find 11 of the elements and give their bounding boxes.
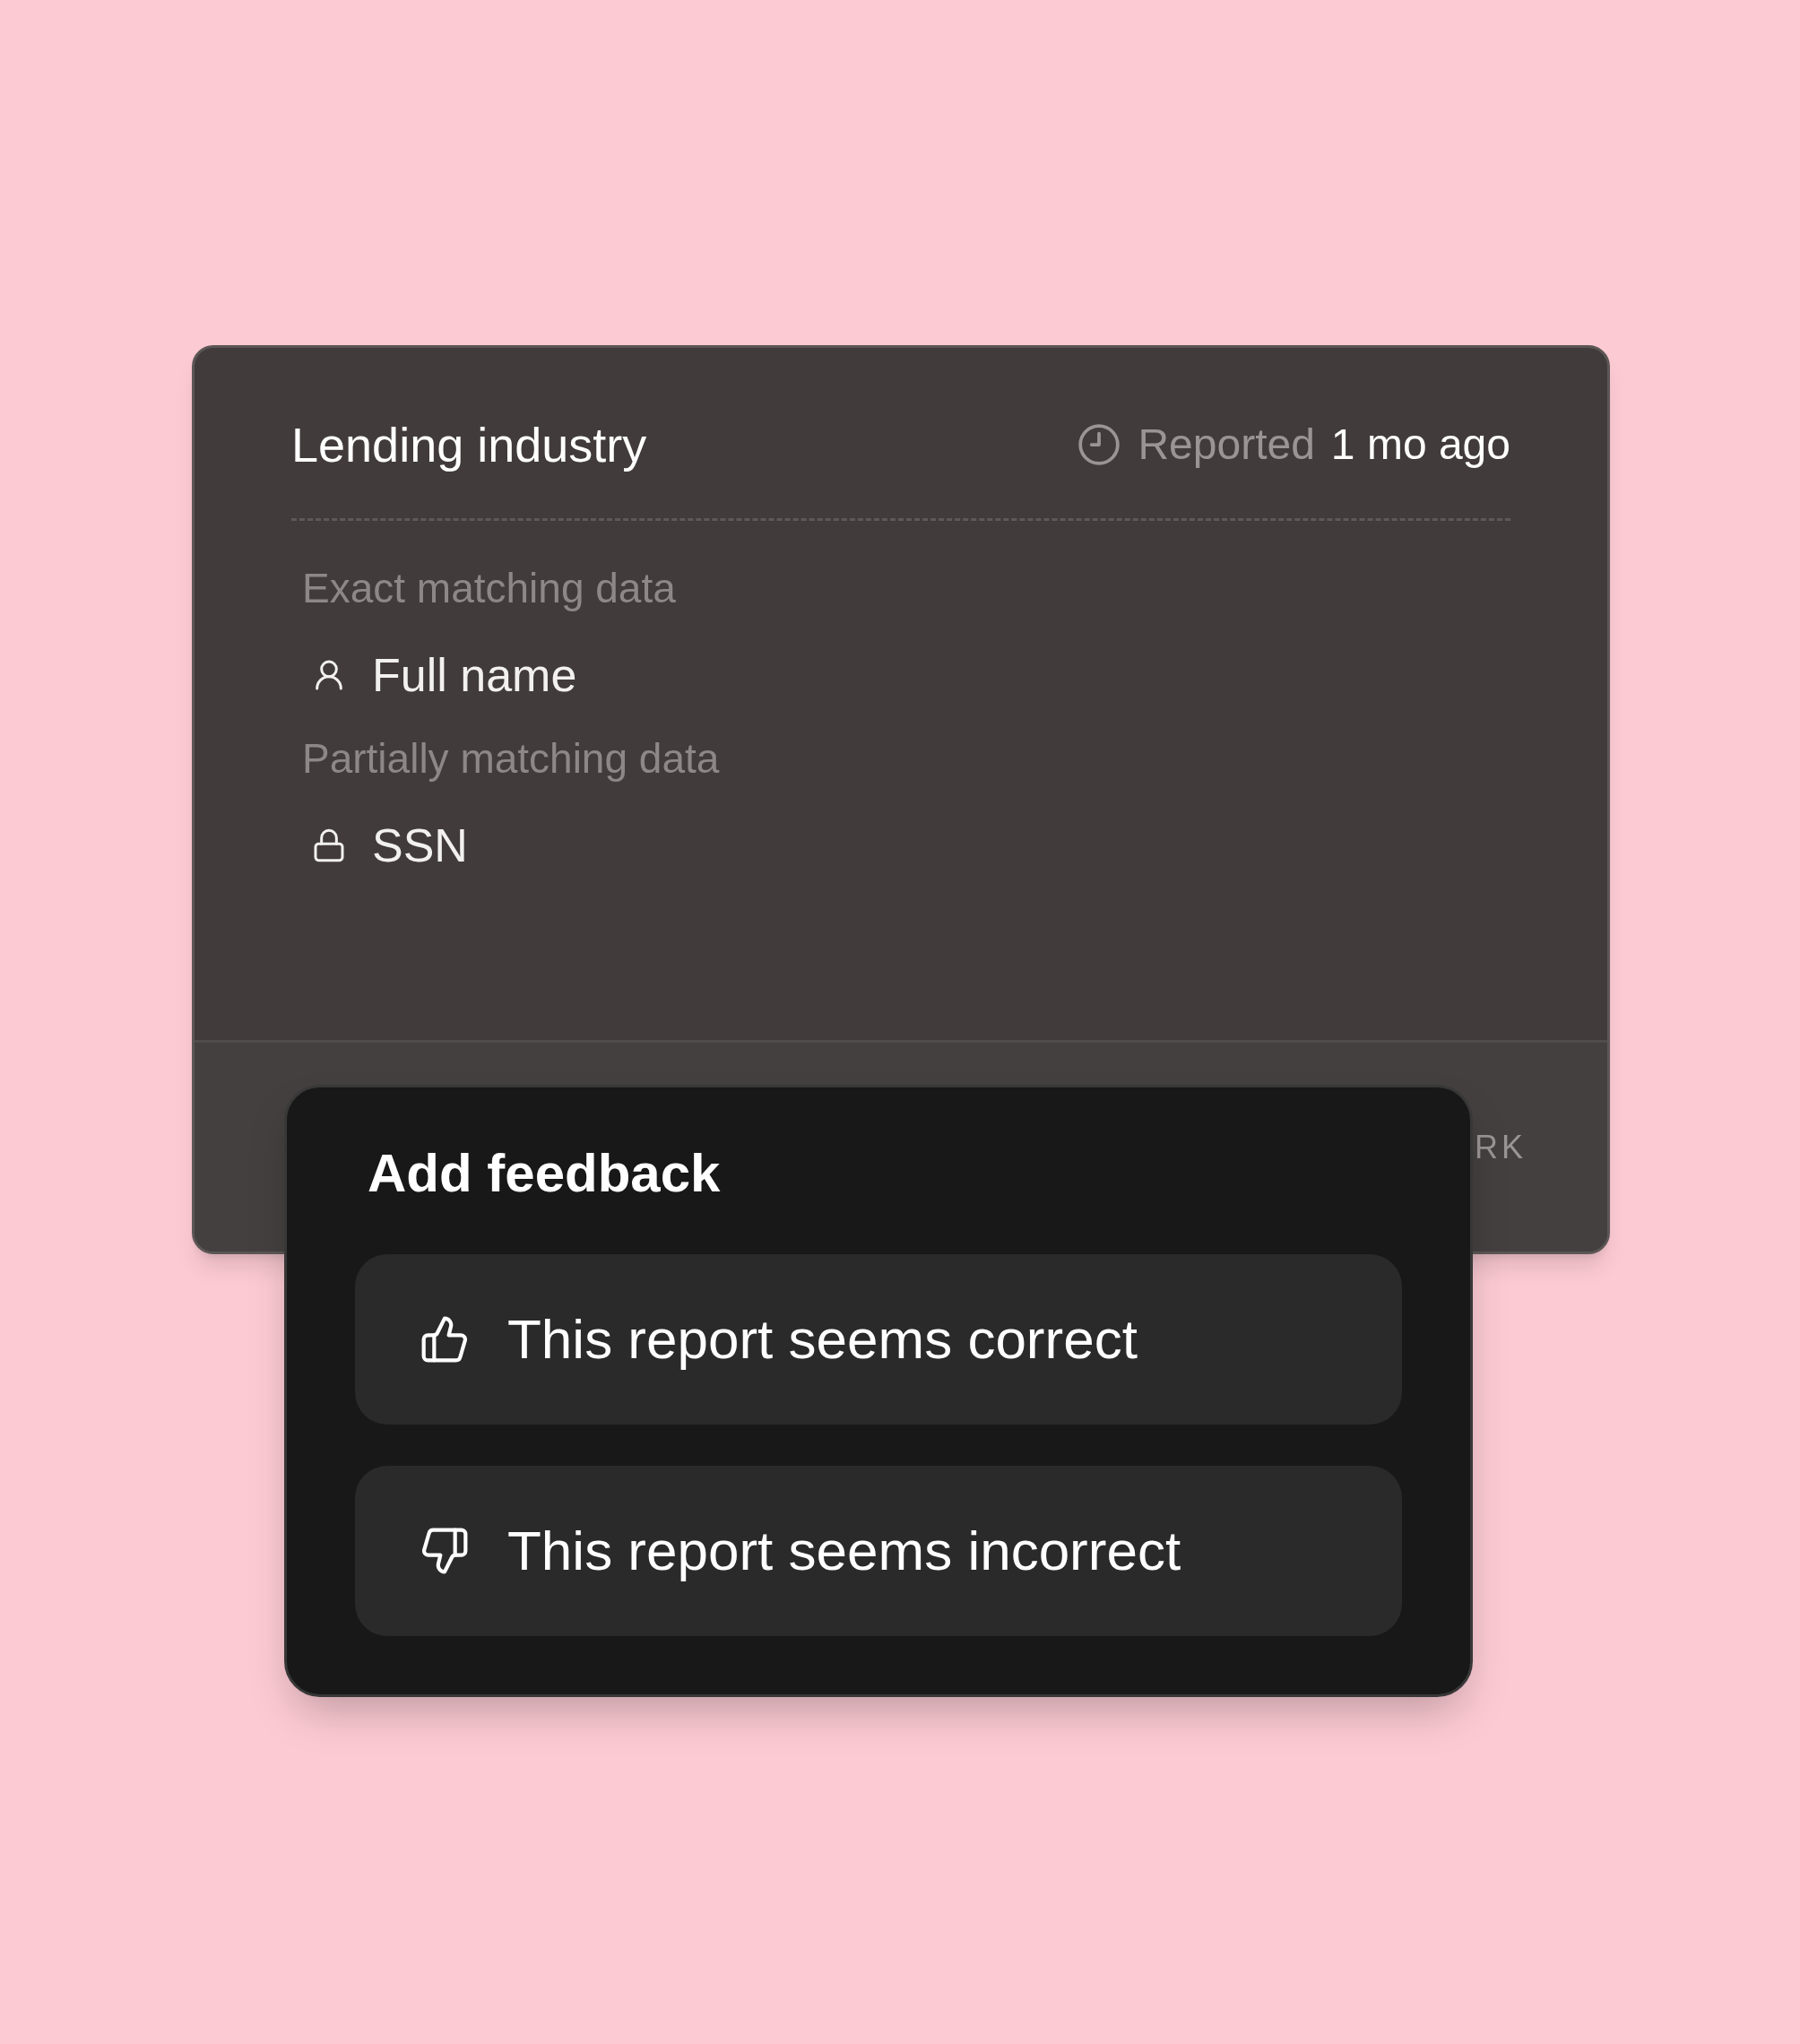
feedback-option-button[interactable]: This report seems correct [355,1254,1402,1425]
thumbs-up-icon [420,1314,470,1364]
clock-icon [1077,422,1122,467]
reported-time: 1 mo ago [1330,423,1510,466]
data-field-label: SSN [372,822,468,869]
footer-text: RK [1475,1127,1527,1167]
reported-label: Reported [1138,423,1315,466]
popup-title: Add feedback [367,1147,722,1200]
data-field-label: Full name [372,652,577,698]
thumbs-down-icon [420,1526,470,1576]
feedback-option-button[interactable]: This report seems incorrect [355,1466,1402,1636]
